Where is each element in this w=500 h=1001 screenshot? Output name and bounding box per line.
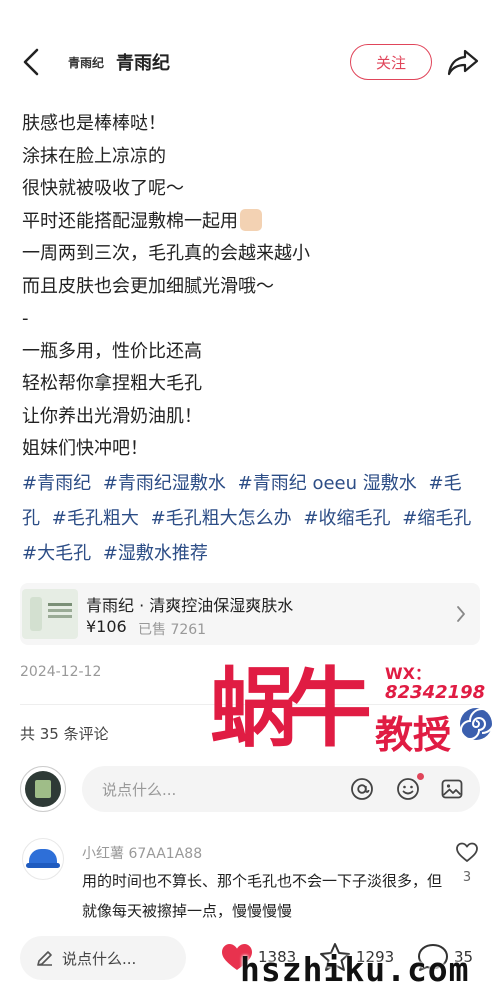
- watermark-wx-label: WX：: [385, 664, 431, 683]
- divider: [20, 704, 480, 705]
- bottom-action-bar: 说点什么... 1383 1293 35: [0, 924, 500, 1001]
- current-user-avatar[interactable]: [20, 766, 66, 812]
- post-line: 一周两到三次，毛孔真的会越来越小: [22, 243, 310, 264]
- comment-count-label: 共 35 条评论: [20, 725, 109, 743]
- comment-text: 用的时间也不算长、那个毛孔也不会一下子淡很多，但就像每天被擦掉一点，慢慢慢慢: [82, 872, 443, 920]
- bottom-input-placeholder: 说点什么...: [62, 950, 137, 968]
- post-line: 而且皮肤也会更加细腻光滑哦～: [22, 275, 274, 297]
- overlay-watermark-logo: 蜗牛 教授 WX： 82342198: [210, 660, 494, 758]
- smiley-icon: [397, 778, 419, 800]
- watermark-wx-number: 82342198: [385, 682, 486, 703]
- product-price: ¥106: [86, 617, 127, 636]
- post-line: 涂抹在脸上凉凉的: [22, 145, 166, 167]
- hashtag[interactable]: #毛孔粗大: [52, 508, 139, 529]
- commenter-avatar[interactable]: [22, 838, 64, 880]
- author-avatar-logo[interactable]: 青雨纪: [64, 50, 108, 74]
- hashtag[interactable]: #大毛孔: [22, 543, 91, 564]
- thumbs-up-icon: [240, 208, 262, 231]
- post-line: 很快就被吸收了呢～: [22, 178, 184, 199]
- share-button[interactable]: [446, 46, 480, 78]
- heart-outline-icon[interactable]: [455, 841, 479, 863]
- image-icon[interactable]: [440, 777, 464, 801]
- post-line: 一瓶多用，性价比还高: [22, 340, 202, 362]
- comment-like-count: 3: [462, 870, 472, 885]
- hashtag[interactable]: #青雨纪湿敷水: [103, 473, 226, 494]
- product-card[interactable]: 青雨纪 · 清爽控油保湿爽肤水 ¥106 已售 7261: [20, 583, 480, 645]
- post-date: 2024-12-12: [20, 664, 102, 680]
- hashtag[interactable]: #毛孔粗大怎么办: [151, 508, 292, 529]
- like-count: 1383: [258, 948, 297, 966]
- back-button[interactable]: [18, 44, 46, 80]
- hashtag[interactable]: #青雨纪: [22, 473, 91, 494]
- watermark-big-text: 蜗牛: [210, 659, 372, 759]
- comment-input[interactable]: 说点什么...: [82, 766, 480, 812]
- favorite-count: 1293: [356, 948, 395, 966]
- commenter-username[interactable]: 小红薯 67AA1A88: [82, 843, 202, 863]
- at-mention-icon[interactable]: [350, 777, 374, 801]
- emoji-button[interactable]: [396, 773, 424, 801]
- product-title: 青雨纪 · 清爽控油保湿爽肤水: [86, 596, 294, 615]
- comment-count: 35: [454, 948, 474, 966]
- chevron-right-icon: [457, 606, 465, 622]
- post-line: 肤感也是棒棒哒！: [22, 113, 166, 134]
- pencil-icon: [37, 951, 52, 966]
- post-line: -: [22, 308, 29, 329]
- watermark-small-text: 教授: [375, 713, 452, 757]
- post-line: 让你养出光滑奶油肌！: [22, 405, 202, 427]
- comment-bubble-icon: [418, 944, 448, 971]
- heart-filled-icon: [222, 944, 252, 970]
- product-image: [22, 589, 78, 639]
- hashtag-list: #青雨纪 #青雨纪湿敷水 #青雨纪 oeeu 湿敷水 #毛孔 #毛孔粗大 #毛孔…: [22, 466, 482, 571]
- hashtag[interactable]: #缩毛孔: [402, 508, 471, 529]
- notification-dot: [417, 773, 424, 780]
- bottom-comment-input[interactable]: 说点什么...: [20, 936, 186, 980]
- star-outline-icon: [320, 943, 350, 971]
- post-line: 姐妹们快冲吧！: [22, 438, 148, 459]
- follow-button[interactable]: 关注: [350, 44, 432, 80]
- post-content: 肤感也是棒棒哒！ 涂抹在脸上凉凉的 很快就被吸收了呢～ 平时还能搭配湿敷棉一起用…: [22, 108, 482, 466]
- post-line: 轻松帮你拿捏粗大毛孔: [22, 373, 202, 394]
- product-sold-count: 已售 7261: [138, 622, 207, 638]
- hashtag[interactable]: #湿敷水推荐: [103, 543, 208, 564]
- hashtag[interactable]: #青雨纪 oeeu 湿敷水: [238, 473, 417, 494]
- post-line: 平时还能搭配湿敷棉一起用: [22, 206, 482, 239]
- comment-input-placeholder: 说点什么...: [102, 781, 177, 799]
- chevron-left-icon: [23, 48, 39, 76]
- post-line-text: 平时还能搭配湿敷棉一起用: [22, 210, 238, 232]
- author-name[interactable]: 青雨纪: [116, 49, 170, 75]
- share-arrow-icon: [447, 49, 479, 76]
- snail-shell-icon: [460, 708, 494, 740]
- hashtag[interactable]: #收缩毛孔: [303, 508, 390, 529]
- top-nav-bar: 青雨纪 青雨纪 关注: [0, 0, 500, 120]
